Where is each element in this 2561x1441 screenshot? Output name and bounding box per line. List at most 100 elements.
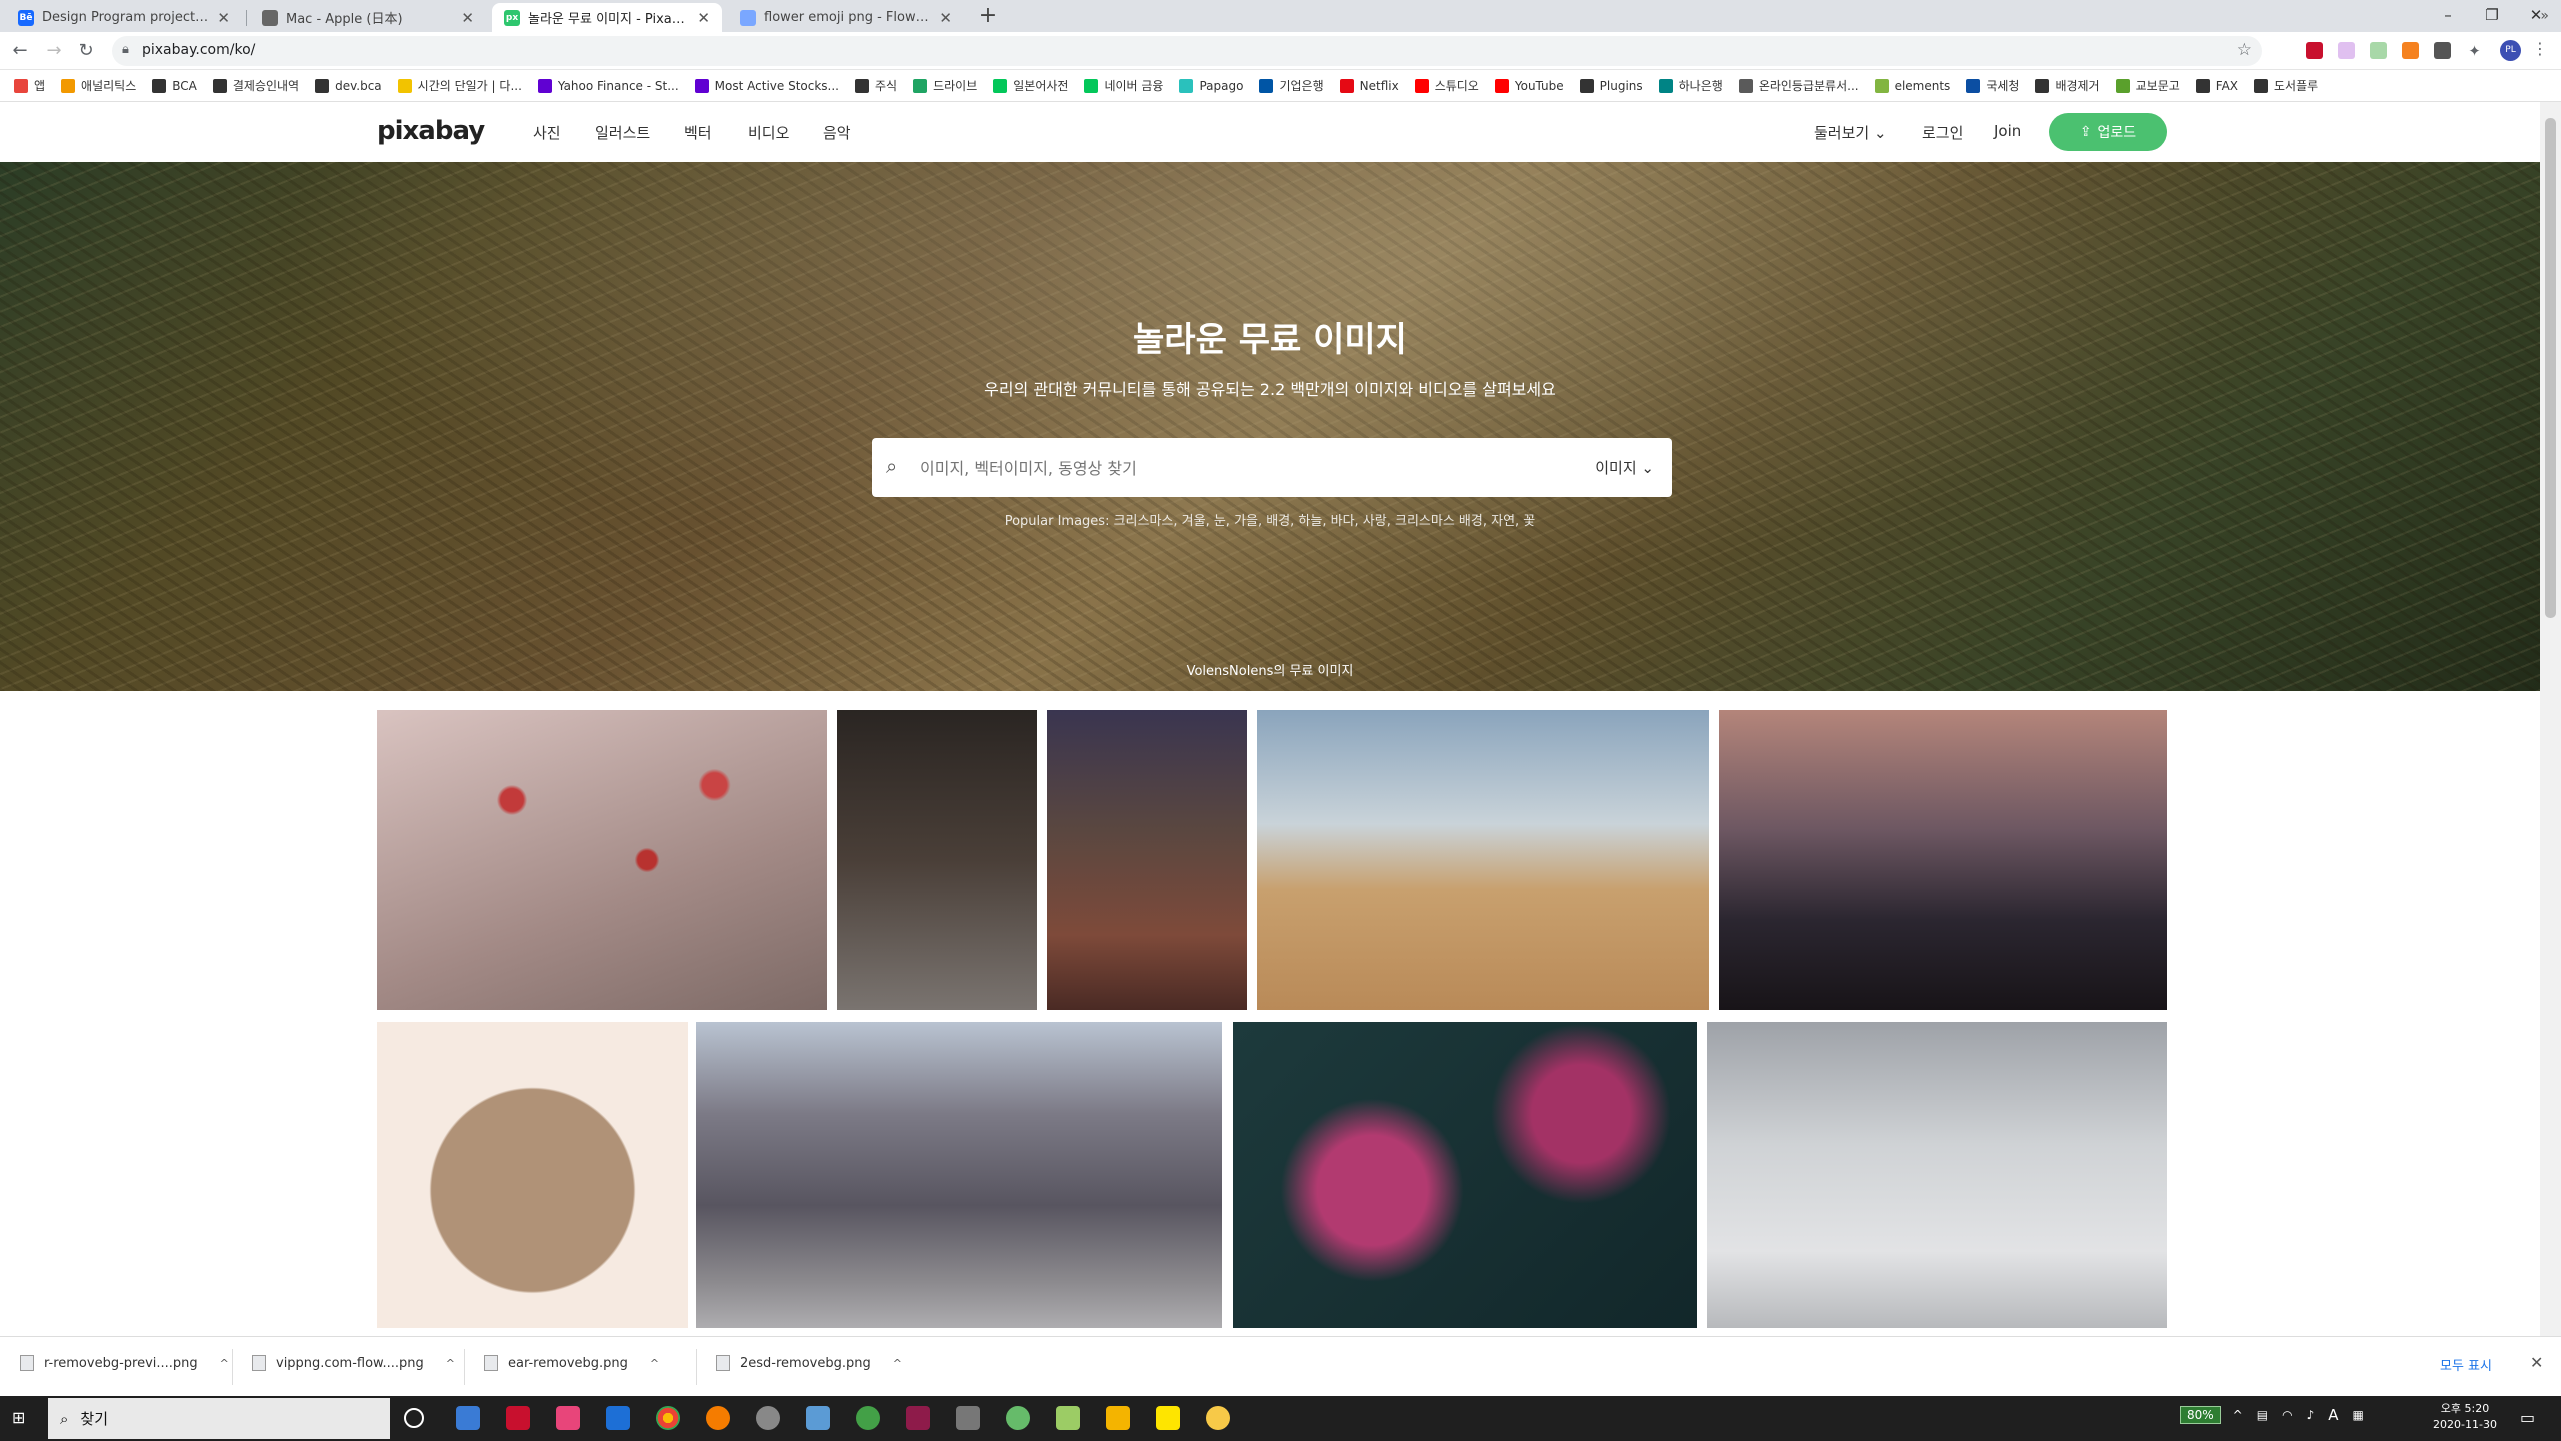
task-view-icon[interactable] (456, 1406, 480, 1430)
taskbar-app-icon[interactable] (706, 1406, 730, 1430)
bookmark-item[interactable]: elements (1874, 78, 1950, 93)
gallery-image-lake-boat[interactable] (1719, 710, 2167, 1010)
taskbar-app-icon[interactable] (806, 1406, 830, 1430)
bookmark-item[interactable]: Papago (1179, 78, 1243, 93)
taskbar-app-icon[interactable] (1056, 1406, 1080, 1430)
tab-close-icon[interactable]: ✕ (217, 9, 230, 27)
login-link[interactable]: 로그인 (1922, 122, 1963, 143)
windows-start-icon[interactable]: ⊞ (12, 1408, 34, 1430)
kakaotalk-icon[interactable] (1156, 1406, 1180, 1430)
profile-avatar[interactable]: PL (2500, 40, 2521, 61)
nav-videos[interactable]: 비디오 (748, 122, 789, 143)
wifi-icon[interactable]: ◠ (2282, 1408, 2292, 1422)
search-input[interactable] (920, 448, 1540, 488)
page-scrollbar-thumb[interactable] (2545, 118, 2556, 618)
bookmark-item[interactable]: 도서플루 (2254, 77, 2318, 94)
chevron-up-icon[interactable]: ^ (2233, 1408, 2243, 1422)
settings-gear-icon[interactable] (756, 1406, 780, 1430)
bookmark-item[interactable]: 앱 (14, 77, 45, 94)
tab-close-icon[interactable]: ✕ (697, 9, 710, 27)
bookmark-item[interactable]: 드라이브 (913, 77, 977, 94)
browse-dropdown[interactable]: 둘러보기 ⌄ (1814, 122, 1887, 143)
network-icon[interactable]: ▤ (2257, 1408, 2268, 1422)
extension-icon[interactable] (2402, 42, 2419, 59)
chevron-up-icon[interactable]: ^ (446, 1357, 455, 1370)
popular-searches[interactable]: Popular Images: 크리스마스, 겨울, 눈, 가을, 배경, 하늘… (0, 510, 2540, 529)
bookmark-item[interactable]: 주식 (854, 77, 897, 94)
taskbar-app-icon[interactable] (956, 1406, 980, 1430)
bookmark-item[interactable]: 배경제거 (2035, 77, 2100, 94)
bookmark-item[interactable]: 네이버 금융 (1084, 77, 1163, 94)
download-item[interactable]: r-removebg-previ....png ^ (20, 1355, 229, 1371)
tab-pixabay[interactable]: px 놀라운 무료 이미지 - Pixabay ✕ (492, 3, 722, 32)
taskbar-app-icon[interactable] (556, 1406, 580, 1430)
gallery-image-coffee[interactable] (837, 710, 1037, 1010)
bookmark-item[interactable]: Netflix (1339, 78, 1399, 93)
reload-icon[interactable]: ↻ (74, 39, 98, 63)
browser-menu-icon[interactable]: ⋮ (2532, 39, 2548, 58)
bookmark-item[interactable]: 하나은행 (1658, 77, 1723, 94)
bookmark-item[interactable]: FAX (2195, 78, 2238, 93)
taskbar-app-icon[interactable] (1006, 1406, 1030, 1430)
bookmarks-overflow-icon[interactable]: » (2540, 8, 2549, 24)
restore-button[interactable]: ❐ (2482, 6, 2502, 24)
taskbar-app-icon[interactable] (506, 1406, 530, 1430)
nav-photos[interactable]: 사진 (533, 122, 561, 143)
download-item[interactable]: ear-removebg.png ^ (484, 1355, 659, 1371)
chrome-icon[interactable] (656, 1406, 680, 1430)
hero-image-credit[interactable]: VolensNolens의 무료 이미지 (0, 660, 2540, 679)
ime-indicator[interactable]: A (2328, 1406, 2338, 1424)
gallery-image-illustration-woman[interactable] (377, 1022, 688, 1328)
show-all-downloads-link[interactable]: 모두 표시 (2440, 1355, 2492, 1374)
taskbar-app-icon[interactable] (1206, 1406, 1230, 1430)
gallery-image-elderly-woman[interactable] (1047, 710, 1247, 1010)
extension-icon[interactable] (2338, 42, 2355, 59)
volume-icon[interactable]: ♪ (2307, 1408, 2315, 1422)
forward-arrow-icon[interactable]: → (42, 39, 66, 63)
chevron-up-icon[interactable]: ^ (650, 1357, 659, 1370)
bookmark-item[interactable]: dev.bca (315, 78, 382, 93)
notification-center-icon[interactable]: ▭ (2520, 1408, 2535, 1427)
search-icon[interactable]: ⌕ (886, 454, 897, 478)
bookmark-item[interactable]: Plugins (1579, 78, 1643, 93)
nav-music[interactable]: 음악 (823, 122, 851, 143)
keyboard-icon[interactable]: ▦ (2353, 1408, 2364, 1422)
download-item[interactable]: vippng.com-flow....png ^ (252, 1355, 455, 1371)
gallery-image-desert[interactable] (1257, 710, 1709, 1010)
bookmark-item[interactable]: 시간의 단일가 | 다... (397, 77, 522, 94)
nav-vectors[interactable]: 벡터 (684, 122, 712, 143)
tab-apple[interactable]: Mac - Apple (日本) ✕ (250, 3, 486, 32)
chevron-up-icon[interactable]: ^ (893, 1357, 902, 1370)
bookmark-item[interactable]: BCA (152, 78, 197, 93)
taskbar-clock[interactable]: 오후 5:20 2020-11-30 (2430, 1401, 2500, 1433)
nav-illustrations[interactable]: 일러스트 (595, 122, 650, 143)
tab-close-icon[interactable]: ✕ (461, 9, 474, 27)
extension-icon[interactable] (2434, 42, 2451, 59)
bookmark-item[interactable]: 교보문고 (2115, 77, 2180, 94)
extension-icon[interactable] (2306, 42, 2323, 59)
bookmark-item[interactable]: YouTube (1494, 78, 1564, 93)
taskbar-app-icon[interactable] (906, 1406, 930, 1430)
gallery-image-pink-flowers[interactable] (1233, 1022, 1697, 1328)
taskbar-search-box[interactable]: ⌕ 찾기 (48, 1398, 390, 1439)
gallery-image-red-berries[interactable] (377, 710, 827, 1010)
bookmark-item[interactable]: 기업은행 (1259, 77, 1324, 94)
bookmark-item[interactable]: 국세청 (1966, 77, 2019, 94)
gallery-image-city-street[interactable] (696, 1022, 1222, 1328)
cortana-icon[interactable] (404, 1408, 424, 1428)
bookmark-star-icon[interactable]: ☆ (2237, 40, 2252, 60)
bookmark-item[interactable]: Most Active Stocks... (694, 78, 839, 93)
url-omnibox[interactable]: 🔒︎ pixabay.com/ko/ ☆ (112, 36, 2262, 66)
extension-icon[interactable] (2370, 42, 2387, 59)
pixabay-logo[interactable]: pixabay (377, 116, 485, 146)
taskbar-app-icon[interactable] (606, 1406, 630, 1430)
download-item[interactable]: 2esd-removebg.png ^ (716, 1355, 902, 1371)
bookmark-item[interactable]: 온라인등급분류서... (1738, 77, 1859, 94)
tab-close-icon[interactable]: ✕ (939, 9, 952, 27)
chevron-up-icon[interactable]: ^ (220, 1357, 229, 1370)
bookmark-item[interactable]: 애널리틱스 (61, 77, 136, 94)
tab-flower-emoji[interactable]: flower emoji png - Flower Emoji ✕ (728, 3, 964, 32)
taskbar-app-icon[interactable] (856, 1406, 880, 1430)
bookmark-item[interactable]: 스튜디오 (1414, 77, 1479, 94)
back-arrow-icon[interactable]: ← (8, 39, 32, 63)
